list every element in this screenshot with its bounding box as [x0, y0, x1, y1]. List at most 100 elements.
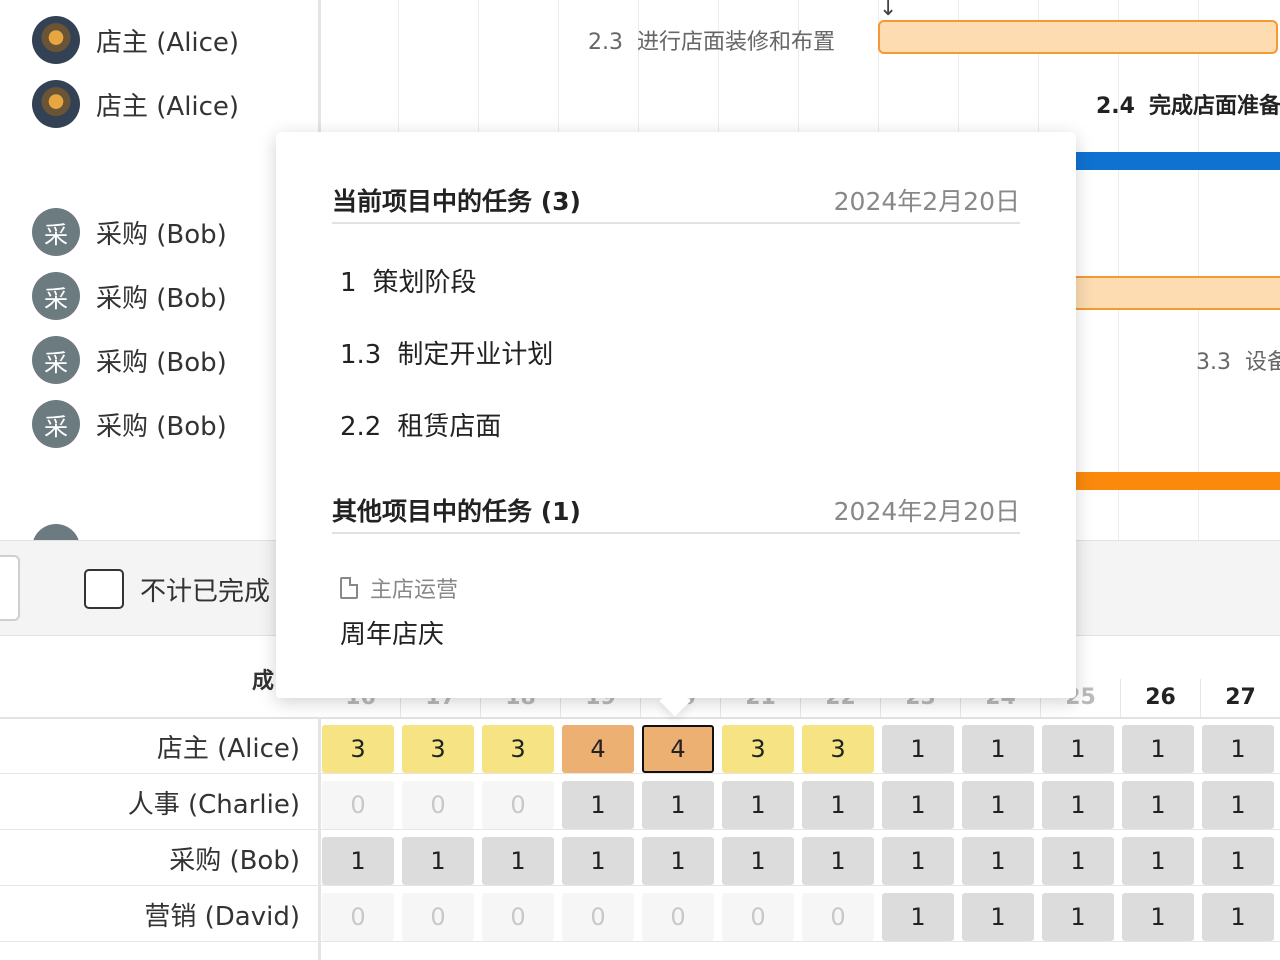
resource-list: 店主 (Alice) 店主 (Alice) 采 采购 (Bob) 采 采购 (B… — [0, 0, 320, 572]
row-divider — [0, 829, 1280, 830]
task-label: 3.3 设备 — [1196, 350, 1280, 375]
load-cell[interactable]: 1 — [1202, 837, 1274, 885]
exclude-completed-label: 不计已完成 — [140, 577, 271, 607]
load-cell[interactable]: 1 — [962, 837, 1034, 885]
load-cell[interactable]: 1 — [642, 837, 714, 885]
load-cell[interactable]: 1 — [962, 781, 1034, 829]
header-divider — [0, 717, 1280, 719]
resource-name: 店主 (Alice) — [96, 91, 240, 122]
row-resource-name: 店主 (Alice) — [156, 734, 300, 764]
exclude-completed-checkbox[interactable] — [84, 569, 124, 609]
resource-row[interactable]: 采 采购 (Bob) — [32, 272, 227, 320]
resource-row[interactable]: 店主 (Alice) — [32, 80, 239, 128]
load-cell[interactable]: 1 — [1122, 893, 1194, 941]
load-cell[interactable]: 0 — [802, 893, 874, 941]
load-cell[interactable]: 1 — [1202, 781, 1274, 829]
panel-splitter[interactable] — [318, 717, 321, 960]
load-cell[interactable]: 1 — [802, 837, 874, 885]
load-cell[interactable]: 1 — [722, 781, 794, 829]
load-cell[interactable]: 1 — [1042, 893, 1114, 941]
resource-row[interactable]: 店主 (Alice) — [32, 16, 239, 64]
load-cell[interactable]: 0 — [722, 893, 794, 941]
load-cell[interactable]: 4 — [642, 725, 714, 773]
summary-bar[interactable] — [1071, 472, 1280, 490]
load-cell[interactable]: 1 — [322, 837, 394, 885]
load-cell[interactable]: 1 — [1042, 781, 1114, 829]
row-resource-name: 营销 (David) — [144, 902, 300, 932]
load-cell[interactable]: 3 — [802, 725, 874, 773]
load-cell[interactable]: 1 — [1122, 725, 1194, 773]
load-cell[interactable]: 1 — [882, 725, 954, 773]
milestone-label: 2.4 完成店面准备 — [1096, 94, 1280, 119]
load-cell[interactable]: 1 — [402, 837, 474, 885]
toolbar-button[interactable] — [0, 555, 20, 621]
avatar: 采 — [32, 208, 80, 256]
load-cell[interactable]: 3 — [722, 725, 794, 773]
task-bar[interactable] — [878, 20, 1278, 54]
row-divider — [0, 941, 1280, 942]
load-cell[interactable]: 1 — [882, 781, 954, 829]
load-cell[interactable]: 3 — [482, 725, 554, 773]
load-cell[interactable]: 1 — [962, 725, 1034, 773]
column-header-label: 成 — [252, 669, 275, 694]
other-tasks-header: 其他项目中的任务 (1) 2024年2月20日 — [332, 488, 1020, 534]
other-project-name: 主店运营 — [370, 578, 459, 603]
resource-name: 采购 (Bob) — [96, 283, 227, 314]
avatar: 采 — [32, 400, 80, 448]
resource-name: 采购 (Bob) — [96, 411, 227, 442]
current-tasks-header: 当前项目中的任务 (3) 2024年2月20日 — [332, 178, 1020, 224]
load-cell[interactable]: 1 — [562, 781, 634, 829]
day-tasks-popover: 当前项目中的任务 (3) 2024年2月20日 1 策划阶段 1.3 制定开业计划 … — [276, 132, 1076, 717]
load-cell[interactable]: 1 — [722, 837, 794, 885]
load-cell[interactable]: 1 — [562, 837, 634, 885]
load-cell[interactable]: 1 — [1202, 725, 1274, 773]
load-cell[interactable]: 4 — [562, 725, 634, 773]
avatar — [32, 16, 80, 64]
load-cell[interactable]: 1 — [802, 781, 874, 829]
load-cell[interactable]: 0 — [322, 781, 394, 829]
row-resource-name: 采购 (Bob) — [169, 846, 300, 876]
task-link[interactable]: 1.3 制定开业计划 — [340, 334, 553, 371]
load-cell[interactable]: 1 — [482, 837, 554, 885]
task-bar[interactable] — [1071, 276, 1280, 310]
dependency-arrow-icon: ↓ — [879, 0, 898, 21]
load-cell[interactable]: 3 — [322, 725, 394, 773]
summary-bar[interactable] — [1071, 152, 1280, 170]
resource-name: 店主 (Alice) — [96, 27, 240, 58]
resource-load-view: 店主 (Alice) 店主 (Alice) 采 采购 (Bob) 采 采购 (B… — [0, 0, 1280, 960]
load-cell[interactable]: 1 — [882, 837, 954, 885]
resource-row[interactable]: 采 采购 (Bob) — [32, 208, 227, 256]
load-cell[interactable]: 3 — [402, 725, 474, 773]
load-cell[interactable]: 0 — [402, 893, 474, 941]
load-cell[interactable]: 1 — [962, 893, 1034, 941]
task-label: 2.3 进行店面装修和布置 — [588, 30, 836, 55]
task-link[interactable]: 周年店庆 — [340, 614, 444, 651]
row-resource-name: 人事 (Charlie) — [127, 790, 300, 820]
document-icon — [340, 577, 358, 599]
load-cell[interactable]: 0 — [402, 781, 474, 829]
current-tasks-title: 当前项目中的任务 (3) — [332, 187, 581, 216]
resource-row[interactable]: 采 采购 (Bob) — [32, 336, 227, 384]
load-cell[interactable]: 0 — [482, 893, 554, 941]
load-cell[interactable]: 1 — [1042, 725, 1114, 773]
resource-row[interactable]: 采 采购 (Bob) — [32, 400, 227, 448]
day-header: 26 — [1121, 679, 1201, 717]
other-project[interactable]: 主店运营 — [340, 572, 458, 604]
load-cell[interactable]: 0 — [482, 781, 554, 829]
grid-line — [1198, 0, 1199, 540]
task-link[interactable]: 1 策划阶段 — [340, 262, 477, 299]
other-tasks-date: 2024年2月20日 — [833, 497, 1020, 526]
task-link[interactable]: 2.2 租赁店面 — [340, 406, 501, 443]
current-tasks-date: 2024年2月20日 — [833, 187, 1020, 216]
load-cell[interactable]: 0 — [642, 893, 714, 941]
load-cell[interactable]: 1 — [1042, 837, 1114, 885]
avatar — [32, 80, 80, 128]
load-cell[interactable]: 1 — [1122, 781, 1194, 829]
load-cell[interactable]: 0 — [322, 893, 394, 941]
load-cell[interactable]: 1 — [1122, 837, 1194, 885]
load-cell[interactable]: 1 — [642, 781, 714, 829]
day-header: 27 — [1201, 679, 1280, 717]
load-cell[interactable]: 0 — [562, 893, 634, 941]
load-cell[interactable]: 1 — [1202, 893, 1274, 941]
load-cell[interactable]: 1 — [882, 893, 954, 941]
